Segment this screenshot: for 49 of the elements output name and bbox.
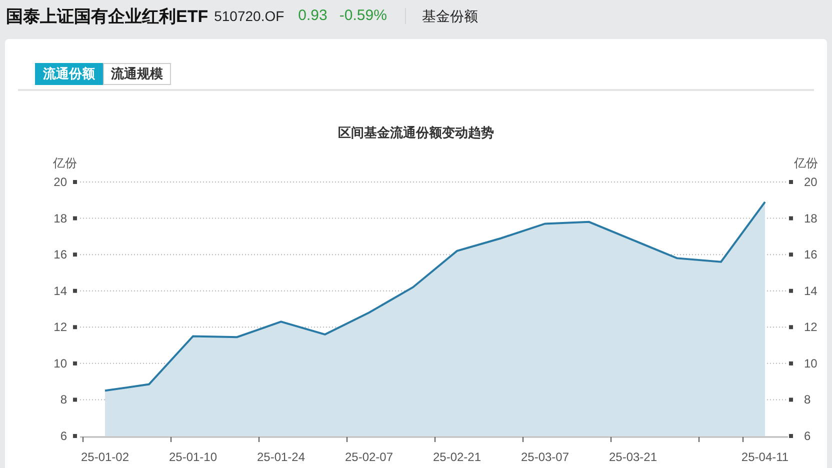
tick-mark	[789, 398, 793, 402]
y-tick-label: 12	[54, 320, 67, 334]
price-value: 0.93	[298, 6, 328, 26]
x-tick-label: 25-02-21	[432, 450, 482, 464]
y-tick-label: 18	[804, 211, 818, 226]
y-tick-label: 6	[60, 429, 67, 443]
y-tick-label: 8	[804, 392, 811, 407]
tick-mark	[789, 216, 793, 220]
y-tick-label: 18	[54, 211, 67, 226]
y-tick-label: 8	[60, 392, 67, 407]
y-axis-unit: 亿份	[53, 156, 77, 170]
price-change: -0.59%	[339, 6, 387, 26]
tick-mark	[73, 361, 77, 366]
x-tick-label: 25-01-10	[168, 450, 218, 464]
chart-title: 区间基金流通份额变动趋势	[338, 124, 494, 142]
y-tick-label: 6	[804, 429, 811, 443]
x-tick-label: 25-03-21	[608, 450, 658, 464]
tick-mark	[73, 288, 77, 293]
fund-code: 510720.OF	[214, 6, 284, 26]
x-tick-label: 25-01-24	[256, 450, 306, 464]
tick-mark	[789, 325, 793, 330]
tick-mark	[789, 180, 793, 184]
tick-mark	[73, 180, 77, 184]
tick-mark	[789, 361, 793, 366]
y-tick-label: 20	[804, 175, 818, 189]
y-tick-label: 20	[54, 175, 67, 189]
y-tick-label: 12	[804, 320, 818, 334]
y-tick-label: 14	[804, 284, 818, 298]
y-tick-label: 16	[54, 248, 67, 262]
tick-mark	[789, 288, 793, 293]
tick-mark	[73, 434, 77, 438]
y-axis-unit: 亿份	[794, 156, 818, 170]
y-tick-label: 14	[54, 284, 67, 298]
tick-mark	[789, 252, 793, 257]
tick-mark	[789, 434, 793, 438]
y-tick-label: 10	[804, 356, 818, 370]
x-tick-label: 25-04-11	[741, 450, 789, 464]
x-tick-label: 25-03-07	[520, 450, 570, 464]
x-tick-label: 25-01-02	[80, 450, 130, 464]
tick-mark	[73, 252, 77, 257]
y-tick-label: 10	[54, 356, 67, 370]
tick-mark	[73, 325, 77, 330]
y-tick-label: 16	[804, 248, 818, 262]
tick-mark	[73, 216, 77, 220]
fund-title: 国泰上证国有企业红利ETF	[6, 6, 208, 28]
x-tick-label: 25-02-07	[344, 450, 394, 464]
section-label: 基金份额	[422, 6, 478, 26]
tab[interactable]: 流通规模	[103, 62, 171, 84]
tick-mark	[73, 398, 77, 402]
